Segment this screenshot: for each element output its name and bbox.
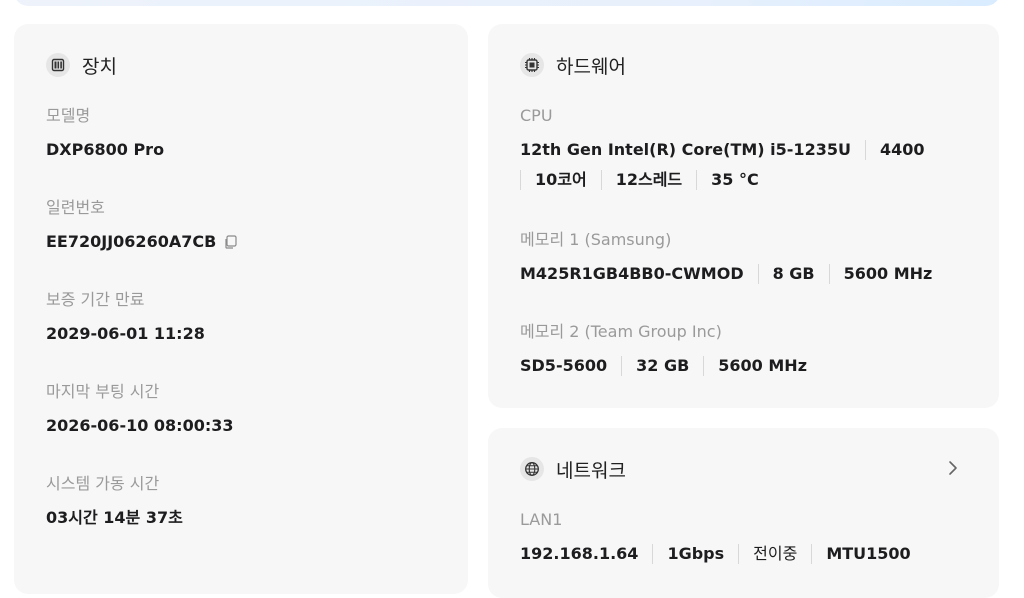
memory-2-field: 메모리 2 (Team Group Inc) SD5-5600 32 GB 56… xyxy=(520,322,807,376)
lan1-ip: 192.168.1.64 xyxy=(520,544,639,563)
cpu-line-2: 10코어 12스레드 35 °C xyxy=(520,170,924,190)
memory-1-field: 메모리 1 (Samsung) M425R1GB4BB0-CWMOD 8 GB … xyxy=(520,230,932,284)
cpu-line-1: 12th Gen Intel(R) Core(TM) i5-1235U 4400 xyxy=(520,140,924,160)
uptime-label: 시스템 가동 시간 xyxy=(46,474,160,493)
hardware-card-header: 하드웨어 xyxy=(520,52,626,78)
serial-number-field: 일련번호 EE720JJ06260A7CB xyxy=(46,198,238,252)
memory-1-value: M425R1GB4BB0-CWMOD 8 GB 5600 MHz xyxy=(520,264,932,284)
network-card-title: 네트워크 xyxy=(556,459,626,482)
chip-icon xyxy=(520,53,544,77)
warranty-expiry-field: 보증 기간 만료 2029-06-01 11:28 xyxy=(46,290,205,344)
lan1-value: 192.168.1.64 1Gbps 전이중 MTU1500 xyxy=(520,544,911,564)
serial-number-value: EE720JJ06260A7CB xyxy=(46,232,217,251)
serial-number-row: EE720JJ06260A7CB xyxy=(46,232,238,252)
device-card: 장치 모델명 DXP6800 Pro 일련번호 EE720JJ06260A7CB… xyxy=(14,24,468,594)
model-name-field: 모델명 DXP6800 Pro xyxy=(46,106,164,160)
device-card-header: 장치 xyxy=(46,52,117,78)
model-name-label: 모델명 xyxy=(46,106,91,125)
hardware-card: 하드웨어 CPU 12th Gen Intel(R) Core(TM) i5-1… xyxy=(488,24,999,408)
globe-icon xyxy=(520,457,544,481)
device-card-title: 장치 xyxy=(82,55,117,78)
model-name-value: DXP6800 Pro xyxy=(46,140,165,159)
cpu-field: CPU 12th Gen Intel(R) Core(TM) i5-1235U … xyxy=(520,106,924,190)
cpu-temperature: 35 °C xyxy=(711,170,759,189)
last-boot-label: 마지막 부팅 시간 xyxy=(46,382,160,401)
cpu-model: 12th Gen Intel(R) Core(TM) i5-1235U xyxy=(520,140,851,159)
device-icon xyxy=(46,53,70,77)
copy-icon[interactable] xyxy=(224,235,238,249)
warranty-expiry-value: 2029-06-01 11:28 xyxy=(46,324,205,343)
network-card[interactable]: 네트워크 LAN1 192.168.1.64 1Gbps 전이중 MTU1500 xyxy=(488,428,999,598)
lan1-label: LAN1 xyxy=(520,510,563,529)
lan1-mtu: MTU1500 xyxy=(826,544,911,563)
divider xyxy=(811,544,813,564)
cpu-frequency: 4400 xyxy=(879,140,925,159)
memory-2-model: SD5-5600 xyxy=(520,356,608,375)
hardware-card-title: 하드웨어 xyxy=(556,55,626,78)
uptime-field: 시스템 가동 시간 03시간 14분 37초 xyxy=(46,474,183,528)
divider xyxy=(696,170,698,190)
network-card-header: 네트워크 xyxy=(520,456,626,482)
last-boot-field: 마지막 부팅 시간 2026-06-10 08:00:33 xyxy=(46,382,234,436)
last-boot-value: 2026-06-10 08:00:33 xyxy=(46,416,234,435)
memory-1-label: 메모리 1 (Samsung) xyxy=(520,230,672,249)
memory-1-speed: 5600 MHz xyxy=(843,264,933,283)
warranty-expiry-label: 보증 기간 만료 xyxy=(46,290,145,309)
memory-2-value: SD5-5600 32 GB 5600 MHz xyxy=(520,356,807,376)
divider xyxy=(600,170,602,190)
memory-1-model: M425R1GB4BB0-CWMOD xyxy=(520,264,744,283)
cpu-label: CPU xyxy=(520,106,553,125)
divider xyxy=(757,264,759,284)
lan1-duplex: 전이중 xyxy=(753,544,798,563)
memory-2-speed: 5600 MHz xyxy=(718,356,808,375)
cpu-threads: 12스레드 xyxy=(615,170,683,189)
divider xyxy=(520,170,521,190)
divider xyxy=(621,356,623,376)
lan1-field: LAN1 192.168.1.64 1Gbps 전이중 MTU1500 xyxy=(520,510,911,564)
uptime-value: 03시간 14분 37초 xyxy=(46,508,183,527)
divider xyxy=(703,356,705,376)
chevron-right-icon[interactable] xyxy=(943,458,963,478)
divider xyxy=(828,264,830,284)
cpu-cores: 10코어 xyxy=(535,170,587,189)
lan1-speed: 1Gbps xyxy=(667,544,725,563)
top-banner xyxy=(14,0,1000,6)
divider xyxy=(652,544,654,564)
divider xyxy=(738,544,740,564)
serial-number-label: 일련번호 xyxy=(46,198,105,217)
divider xyxy=(864,140,866,160)
memory-2-size: 32 GB xyxy=(636,356,690,375)
memory-2-label: 메모리 2 (Team Group Inc) xyxy=(520,322,722,341)
memory-1-size: 8 GB xyxy=(772,264,815,283)
